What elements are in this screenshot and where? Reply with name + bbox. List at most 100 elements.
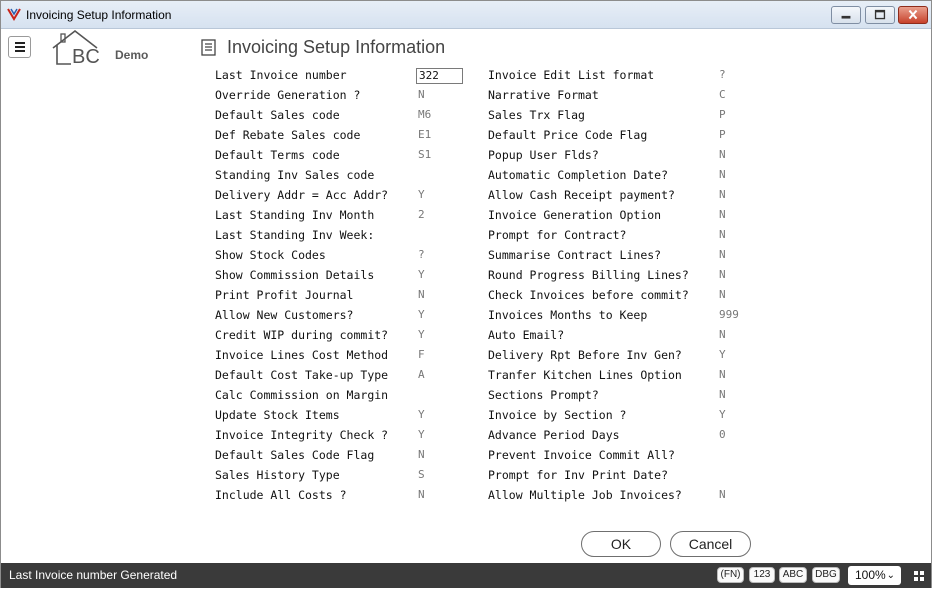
status-bar: Last Invoice number Generated (FN) 123 A…	[1, 563, 931, 588]
field-value[interactable]: N	[719, 328, 726, 341]
field-label: Default Cost Take-up Type	[215, 368, 389, 382]
caps-lock-indicator[interactable]: ABC	[779, 567, 807, 583]
field-label: Default Price Code Flag	[488, 128, 648, 142]
field-value[interactable]: N	[719, 388, 726, 401]
field-value[interactable]: N	[418, 448, 425, 461]
field-label: Prevent Invoice Commit All?	[488, 448, 675, 462]
field-value[interactable]: ?	[719, 68, 726, 81]
field-value[interactable]: 999	[719, 308, 739, 321]
status-message: Last Invoice number Generated	[9, 568, 178, 582]
hamburger-icon	[15, 42, 25, 44]
ok-button[interactable]: OK	[581, 531, 661, 557]
field-value[interactable]: Y	[418, 188, 425, 201]
field-label: Narrative Format	[488, 88, 599, 102]
field-label: Show Stock Codes	[215, 248, 326, 262]
field-label: Default Sales code	[215, 108, 340, 122]
company-logo: BC	[52, 30, 100, 66]
field-value[interactable]: N	[719, 288, 726, 301]
field-label: Invoice Lines Cost Method	[215, 348, 389, 362]
field-value[interactable]: M6	[418, 108, 431, 121]
field-label: Last Standing Inv Month	[215, 208, 375, 222]
field-value[interactable]: S	[418, 468, 425, 481]
cancel-button[interactable]: Cancel	[670, 531, 751, 557]
field-value[interactable]: N	[719, 188, 726, 201]
field-label: Include All Costs ?	[215, 488, 347, 502]
field-value[interactable]: N	[719, 368, 726, 381]
num-lock-indicator[interactable]: 123	[749, 567, 775, 583]
field-label: Check Invoices before commit?	[488, 288, 689, 302]
menu-button[interactable]	[8, 36, 31, 58]
field-value[interactable]: C	[719, 88, 726, 101]
field-value[interactable]: A	[418, 368, 425, 381]
field-label: Delivery Rpt Before Inv Gen?	[488, 348, 682, 362]
field-value[interactable]: N	[719, 228, 726, 241]
last-invoice-number-input[interactable]: 322	[416, 68, 463, 84]
field-label: Invoices Months to Keep	[488, 308, 648, 322]
field-label: Credit WIP during commit?	[215, 328, 389, 342]
window-title: Invoicing Setup Information	[26, 8, 172, 22]
field-label: Delivery Addr = Acc Addr?	[215, 188, 389, 202]
field-value[interactable]: P	[719, 128, 726, 141]
field-value[interactable]: N	[418, 488, 425, 501]
field-label: Sections Prompt?	[488, 388, 599, 402]
field-label: Invoice Integrity Check ?	[215, 428, 389, 442]
field-label: Tranfer Kitchen Lines Option	[488, 368, 682, 382]
field-value[interactable]: F	[418, 348, 425, 361]
field-label: Sales Trx Flag	[488, 108, 585, 122]
minimize-button[interactable]	[831, 6, 861, 24]
field-label: Allow Multiple Job Invoices?	[488, 488, 682, 502]
field-label: Show Commission Details	[215, 268, 375, 282]
field-label: Allow New Customers?	[215, 308, 354, 322]
field-label: Def Rebate Sales code	[215, 128, 361, 142]
grid-icon[interactable]	[914, 571, 924, 581]
page-title: Invoicing Setup Information	[227, 37, 446, 57]
field-value[interactable]: 2	[418, 208, 425, 221]
field-label: Override Generation ?	[215, 88, 361, 102]
field-value[interactable]: Y	[418, 428, 425, 441]
field-value[interactable]: Y	[418, 408, 425, 421]
field-value[interactable]: S1	[418, 148, 431, 161]
field-value[interactable]: N	[418, 288, 425, 301]
close-button[interactable]	[898, 6, 928, 24]
field-value[interactable]: N	[719, 168, 726, 181]
debug-indicator[interactable]: DBG	[812, 567, 840, 583]
field-label: Summarise Contract Lines?	[488, 248, 662, 262]
field-value[interactable]: ?	[418, 248, 425, 261]
zoom-select[interactable]: 100% ⌄	[848, 566, 901, 585]
field-label: Invoice Edit List format	[488, 68, 655, 82]
field-label: Prompt for Inv Print Date?	[488, 468, 669, 482]
field-value[interactable]: 0	[719, 428, 726, 441]
field-value[interactable]: Y	[418, 328, 425, 341]
field-value[interactable]: N	[719, 148, 726, 161]
field-value[interactable]: P	[719, 108, 726, 121]
field-label: Automatic Completion Date?	[488, 168, 669, 182]
close-icon	[908, 9, 918, 20]
field-value[interactable]: N	[719, 268, 726, 281]
logo-text: BC	[72, 46, 100, 66]
field-label: Invoice Generation Option	[488, 208, 662, 222]
field-value[interactable]: N	[719, 208, 726, 221]
field-value[interactable]: N	[418, 88, 425, 101]
field-value[interactable]: Y	[719, 348, 726, 361]
field-value[interactable]: Y	[719, 408, 726, 421]
field-label: Last Standing Inv Week:	[215, 228, 375, 242]
field-value[interactable]: E1	[418, 128, 431, 141]
app-header: BC Demo Invoicing Setup Information	[1, 30, 931, 68]
field-value[interactable]: N	[719, 488, 726, 501]
field-label: Auto Email?	[488, 328, 565, 342]
field-label: Standing Inv Sales code	[215, 168, 375, 182]
field-label: Print Profit Journal	[215, 288, 354, 302]
field-label: Allow Cash Receipt payment?	[488, 188, 675, 202]
field-value[interactable]: Y	[418, 308, 425, 321]
field-label: Round Progress Billing Lines?	[488, 268, 689, 282]
maximize-icon	[874, 9, 886, 20]
field-label: Sales History Type	[215, 468, 340, 482]
maximize-button[interactable]	[865, 6, 895, 24]
title-bar: Invoicing Setup Information	[1, 1, 931, 29]
field-label: Popup User Flds?	[488, 148, 599, 162]
field-value[interactable]: N	[719, 248, 726, 261]
fn-key-indicator[interactable]: (FN)	[717, 567, 744, 583]
logo-demo-label: Demo	[115, 48, 149, 62]
field-label: Update Stock Items	[215, 408, 340, 422]
field-value[interactable]: Y	[418, 268, 425, 281]
